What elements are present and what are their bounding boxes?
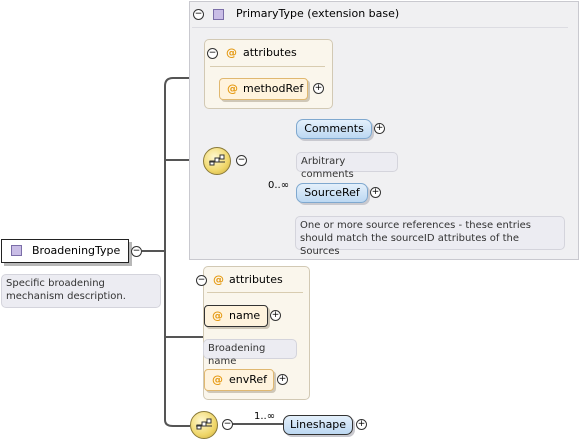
comments-element[interactable]: Comments bbox=[296, 119, 372, 139]
name-documentation: Broadening name bbox=[203, 339, 297, 367]
envref-attribute-label: envRef bbox=[229, 373, 268, 386]
root-element-label: BroadeningType bbox=[32, 244, 121, 257]
at-icon: @ bbox=[227, 82, 238, 95]
extension-title: PrimaryType (extension base) bbox=[236, 7, 400, 20]
lineshape-element[interactable]: Lineshape bbox=[283, 415, 353, 435]
at-icon: @ bbox=[226, 46, 237, 59]
collapse-attributes-icon[interactable]: − bbox=[207, 48, 218, 59]
complex-type-icon bbox=[11, 245, 22, 256]
expand-sourceref-icon[interactable]: + bbox=[370, 187, 381, 198]
collapse-own-attributes-icon[interactable]: − bbox=[196, 275, 207, 286]
collapse-sequence-icon[interactable]: − bbox=[222, 419, 233, 430]
sourceref-element[interactable]: SourceRef bbox=[296, 183, 368, 203]
collapse-extension-icon[interactable]: − bbox=[193, 9, 204, 20]
expand-envref-icon[interactable]: + bbox=[277, 374, 288, 385]
expand-lineshape-icon[interactable]: + bbox=[356, 419, 367, 430]
divider bbox=[207, 292, 303, 293]
own-attributes-label: attributes bbox=[229, 273, 283, 286]
collapse-root-icon[interactable]: − bbox=[131, 246, 142, 257]
expand-comments-icon[interactable]: + bbox=[374, 123, 385, 134]
lineshape-cardinality: 1..∞ bbox=[254, 411, 276, 422]
sequence-symbol-icon bbox=[209, 154, 225, 166]
sequence-compositor-icon[interactable] bbox=[190, 411, 218, 439]
expand-name-icon[interactable]: + bbox=[270, 310, 281, 321]
root-documentation: Specific broadening mechanism descriptio… bbox=[1, 274, 161, 308]
sequence-compositor-icon[interactable] bbox=[203, 147, 231, 175]
at-icon: @ bbox=[212, 309, 223, 322]
comments-documentation: Arbitrary comments bbox=[296, 152, 398, 180]
name-attribute-label: name bbox=[229, 309, 261, 322]
root-doc-line2: mechanism description. bbox=[6, 291, 126, 302]
sourceref-cardinality: 0..∞ bbox=[268, 180, 290, 191]
at-icon: @ bbox=[212, 373, 223, 386]
sequence-symbol-icon bbox=[196, 418, 212, 430]
divider bbox=[192, 27, 568, 28]
sourceref-doc-line1: One or more source references - these en… bbox=[300, 220, 531, 231]
root-element[interactable]: BroadeningType bbox=[1, 239, 129, 263]
complex-type-icon bbox=[213, 9, 224, 20]
at-icon: @ bbox=[213, 273, 224, 286]
expand-methodref-icon[interactable]: + bbox=[313, 83, 324, 94]
envref-attribute[interactable]: @ envRef bbox=[204, 369, 274, 391]
methodref-label: methodRef bbox=[243, 82, 304, 95]
methodref-attribute[interactable]: @ methodRef bbox=[219, 78, 308, 100]
sourceref-doc-line2: should match the sourceID attributes of … bbox=[300, 233, 519, 257]
inherited-attributes-label: attributes bbox=[243, 46, 297, 59]
root-doc-line1: Specific broadening bbox=[6, 278, 105, 289]
name-attribute[interactable]: @ name bbox=[204, 305, 268, 327]
collapse-sequence-icon[interactable]: − bbox=[236, 155, 247, 166]
divider bbox=[210, 66, 325, 67]
sourceref-documentation: One or more source references - these en… bbox=[295, 216, 565, 257]
